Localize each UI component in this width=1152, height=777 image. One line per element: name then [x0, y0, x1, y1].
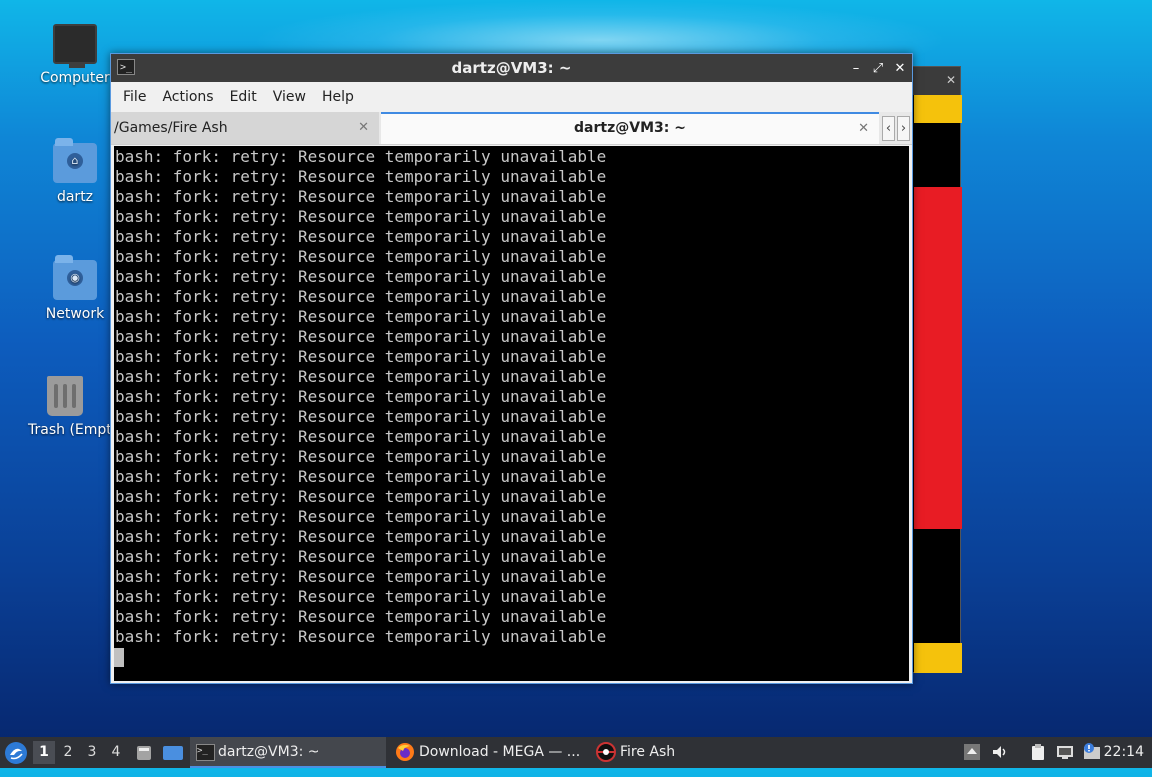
lubuntu-logo-icon — [5, 742, 27, 764]
task-terminal[interactable]: >_ dartz@VM3: ~ — [190, 737, 386, 768]
terminal-line: bash: fork: retry: Resource temporarily … — [115, 447, 607, 466]
menu-edit[interactable]: Edit — [222, 89, 265, 105]
terminal-line: bash: fork: retry: Resource temporarily … — [115, 427, 607, 446]
file-manager-launcher[interactable] — [135, 743, 153, 761]
taskbar: 1 2 3 4 >_ dartz@VM3: ~ Download - MEGA … — [0, 737, 1152, 768]
fire-ash-window[interactable]: ✕ — [905, 66, 962, 673]
workspace-4[interactable]: 4 — [105, 741, 127, 764]
terminal-line: bash: fork: retry: Resource temporarily … — [115, 207, 607, 226]
terminal-line: bash: fork: retry: Resource temporarily … — [115, 247, 607, 266]
task-firefox[interactable]: Download - MEGA — ... — [391, 737, 587, 768]
show-desktop-button[interactable] — [162, 743, 184, 761]
update-notification-icon — [1084, 743, 1100, 759]
terminal-window[interactable]: >_ dartz@VM3: ~ – ⤢ ✕ File Actions Edit … — [110, 53, 913, 684]
tray-expand-button[interactable] — [963, 743, 981, 761]
terminal-line: bash: fork: retry: Resource temporarily … — [115, 147, 607, 166]
desktop-icon-trash[interactable]: Trash (Empty — [20, 376, 110, 438]
terminal-icon: >_ — [196, 744, 215, 761]
terminal-titlebar[interactable]: >_ dartz@VM3: ~ – ⤢ ✕ — [111, 54, 912, 82]
desktop-icon — [163, 746, 183, 760]
start-menu-button[interactable] — [4, 741, 28, 765]
network-icon — [1057, 746, 1073, 759]
terminal-line: bash: fork: retry: Resource temporarily … — [115, 547, 607, 566]
tab-close-icon[interactable]: ✕ — [358, 112, 369, 144]
terminal-line: bash: fork: retry: Resource temporarily … — [115, 527, 607, 546]
terminal-lines: bash: fork: retry: Resource temporarily … — [114, 146, 909, 647]
tab-close-icon[interactable]: ✕ — [858, 114, 869, 143]
clipboard-button[interactable] — [1029, 743, 1047, 761]
tab-fire-ash[interactable]: /Games/Fire Ash ✕ — [111, 112, 379, 144]
menu-view[interactable]: View — [265, 89, 314, 105]
menu-bar: File Actions Edit View Help — [111, 82, 912, 112]
terminal-line: bash: fork: retry: Resource temporarily … — [115, 627, 607, 646]
fire-ash-titlebar[interactable]: ✕ — [906, 67, 960, 95]
flag-stripe-yellow — [914, 95, 962, 123]
menu-file[interactable]: File — [115, 89, 154, 105]
workspace-3[interactable]: 3 — [81, 741, 103, 764]
window-title: dartz@VM3: ~ — [451, 59, 572, 77]
game-icon — [596, 742, 616, 762]
network-folder-icon: ◉ — [53, 255, 97, 300]
tab-bar: /Games/Fire Ash ✕ dartz@VM3: ~ ✕ ‹ › — [111, 112, 912, 145]
volume-icon — [993, 746, 1006, 758]
task-label: dartz@VM3: ~ — [218, 744, 320, 760]
tab-scroll-left-button[interactable]: ‹ — [882, 116, 895, 141]
volume-button[interactable] — [991, 743, 1009, 761]
clock[interactable]: 22:14 — [1104, 737, 1144, 768]
terminal-line: bash: fork: retry: Resource temporarily … — [115, 307, 607, 326]
tab-home[interactable]: dartz@VM3: ~ ✕ — [381, 112, 879, 144]
chevron-up-icon — [964, 744, 980, 760]
terminal-line: bash: fork: retry: Resource temporarily … — [115, 227, 607, 246]
terminal-line: bash: fork: retry: Resource temporarily … — [115, 467, 607, 486]
network-button[interactable] — [1056, 743, 1074, 761]
task-label: Download - MEGA — ... — [419, 744, 581, 760]
close-button[interactable]: ✕ — [894, 61, 906, 76]
terminal-line: bash: fork: retry: Resource temporarily … — [115, 387, 607, 406]
clipboard-icon — [1032, 744, 1044, 760]
terminal-line: bash: fork: retry: Resource temporarily … — [115, 187, 607, 206]
terminal-line: bash: fork: retry: Resource temporarily … — [115, 327, 607, 346]
terminal-line: bash: fork: retry: Resource temporarily … — [115, 507, 607, 526]
tab-label: dartz@VM3: ~ — [574, 120, 686, 136]
minimize-button[interactable]: – — [850, 61, 862, 76]
tab-scroll-right-button[interactable]: › — [897, 116, 910, 141]
terminal-cursor — [114, 648, 124, 667]
menu-actions[interactable]: Actions — [154, 89, 221, 105]
workspace-2[interactable]: 2 — [57, 741, 79, 764]
terminal-output[interactable]: bash: fork: retry: Resource temporarily … — [114, 146, 909, 681]
terminal-line: bash: fork: retry: Resource temporarily … — [115, 407, 607, 426]
updates-button[interactable] — [1083, 743, 1101, 761]
task-fire-ash[interactable]: Fire Ash — [592, 737, 788, 768]
menu-help[interactable]: Help — [314, 89, 362, 105]
terminal-line: bash: fork: retry: Resource temporarily … — [115, 267, 607, 286]
flag-stripe-yellow-bottom — [914, 643, 962, 673]
computer-icon — [53, 24, 97, 68]
terminal-line: bash: fork: retry: Resource temporarily … — [115, 567, 607, 586]
firefox-icon — [396, 743, 414, 761]
terminal-line: bash: fork: retry: Resource temporarily … — [115, 487, 607, 506]
workspace-1[interactable]: 1 — [33, 741, 55, 764]
terminal-line: bash: fork: retry: Resource temporarily … — [115, 367, 607, 386]
flag-stripe-red — [914, 187, 962, 529]
terminal-line: bash: fork: retry: Resource temporarily … — [115, 607, 607, 626]
terminal-line: bash: fork: retry: Resource temporarily … — [115, 347, 607, 366]
terminal-line: bash: fork: retry: Resource temporarily … — [115, 167, 607, 186]
file-manager-icon — [137, 746, 151, 760]
terminal-line: bash: fork: retry: Resource temporarily … — [115, 587, 607, 606]
maximize-button[interactable]: ⤢ — [872, 61, 884, 76]
home-folder-icon: ⌂ — [53, 138, 97, 183]
terminal-line: bash: fork: retry: Resource temporarily … — [115, 287, 607, 306]
tab-label: /Games/Fire Ash — [114, 120, 228, 136]
task-label: Fire Ash — [620, 744, 676, 760]
desktop-icon-label: Trash (Empty — [28, 422, 110, 438]
trash-icon — [47, 376, 83, 416]
